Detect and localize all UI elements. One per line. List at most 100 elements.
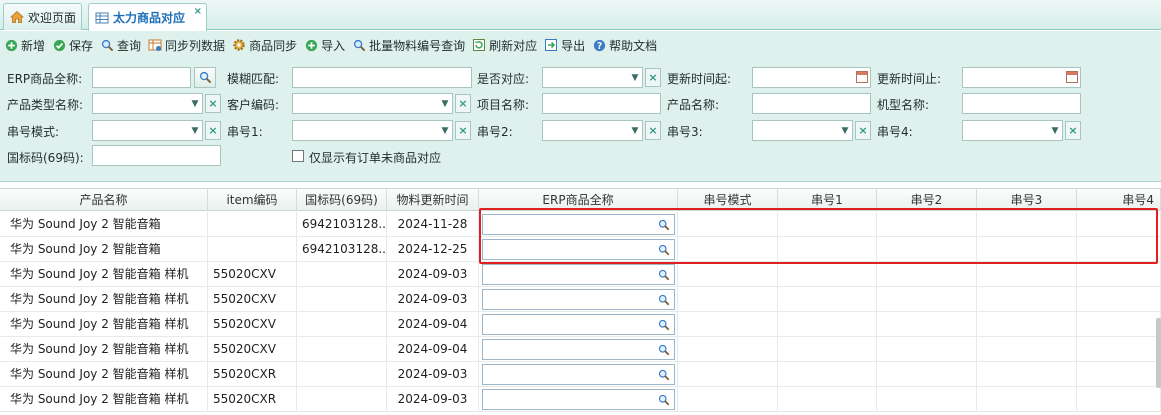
calendar-icon[interactable] [1066,71,1078,83]
cell-serial4 [1077,387,1161,412]
erp-name-cell-input[interactable] [482,264,675,285]
chevron-down-icon[interactable]: ▼ [188,94,202,113]
clear-icon[interactable]: × [205,121,221,140]
clear-icon[interactable]: × [205,94,221,113]
table-row[interactable]: 华为 Sound Joy 2 智能音箱 样机 55020CXV 2024-09-… [0,337,1161,362]
search-icon[interactable] [657,393,671,407]
clear-icon[interactable]: × [455,94,471,113]
product-type-select[interactable]: ▼ [92,93,203,114]
erp-name-cell-input[interactable] [482,389,675,410]
column-header[interactable]: 产品名称 [0,189,208,211]
cell-serial3 [977,212,1077,237]
vertical-scrollbar[interactable] [1156,318,1161,388]
tab-welcome[interactable]: 欢迎页面 [3,3,82,30]
clear-icon[interactable]: × [855,121,871,140]
search-icon[interactable] [657,318,671,332]
serial4-select[interactable]: ▼ [962,120,1063,141]
only-unmapped-checkbox[interactable] [292,150,304,162]
cell-serial1 [778,212,877,237]
search-icon[interactable] [657,368,671,382]
add-label: 新增 [21,38,46,53]
chevron-down-icon[interactable]: ▼ [628,68,642,87]
clear-icon[interactable]: × [645,121,661,140]
column-header[interactable]: 国标码(69码) [297,189,387,211]
save-label: 保存 [69,38,94,53]
gtin-input[interactable] [92,145,221,166]
import-icon [304,38,318,52]
sync-columns-button[interactable]: 同步列数据 [148,37,225,54]
chevron-down-icon[interactable]: ▼ [438,94,452,113]
import-label: 导入 [321,38,346,53]
cell-updated: 2024-09-04 [387,312,479,337]
calendar-icon[interactable] [856,71,868,83]
chevron-down-icon[interactable]: ▼ [628,121,642,140]
search-icon [198,71,212,85]
clear-icon[interactable]: × [645,68,661,87]
erp-name-cell-input[interactable] [482,289,675,310]
column-header[interactable]: 串号4 [1077,189,1161,211]
cell-serial-mode [678,337,778,362]
product-name-input[interactable] [752,93,871,114]
search-icon[interactable] [657,343,671,357]
cell-serial2 [877,237,977,262]
save-button[interactable]: 保存 [52,37,93,54]
serial-mode-select[interactable]: ▼ [92,120,203,141]
update-to-date-input[interactable] [962,67,1081,88]
chevron-down-icon[interactable]: ▼ [188,121,202,140]
batch-material-query-button[interactable]: 批量物料编号查询 [352,37,465,54]
export-button[interactable]: 导出 [544,37,585,54]
svg-text:?: ? [596,40,601,51]
column-header[interactable]: ERP商品全称 [479,189,678,211]
customer-code-select[interactable]: ▼ [292,93,453,114]
serial1-select[interactable]: ▼ [292,120,453,141]
table-row[interactable]: 华为 Sound Joy 2 智能音箱 6942103128... 2024-1… [0,212,1161,237]
add-button[interactable]: 新增 [4,37,45,54]
table-row[interactable]: 华为 Sound Joy 2 智能音箱 样机 55020CXR 2024-09-… [0,387,1161,412]
erp-name-cell-input[interactable] [482,239,675,260]
tab-product-mapping[interactable]: 太力商品对应 × [88,3,207,31]
table-row[interactable]: 华为 Sound Joy 2 智能音箱 样机 55020CXR 2024-09-… [0,362,1161,387]
product-sync-button[interactable]: 商品同步 [232,37,297,54]
erp-name-cell-input[interactable] [482,314,675,335]
erp-name-cell-input[interactable] [482,214,675,235]
clear-icon[interactable]: × [1065,121,1081,140]
model-name-input[interactable] [962,93,1081,114]
refresh-mapping-button[interactable]: 刷新对应 [472,37,537,54]
clear-icon[interactable]: × [455,121,471,140]
table-row[interactable]: 华为 Sound Joy 2 智能音箱 样机 55020CXV 2024-09-… [0,312,1161,337]
column-header[interactable]: 串号1 [778,189,877,211]
fuzzy-input[interactable] [292,67,472,88]
table-row[interactable]: 华为 Sound Joy 2 智能音箱 6942103128... 2024-1… [0,237,1161,262]
update-from-date-input[interactable] [752,67,871,88]
tab-bar: 欢迎页面 太力商品对应 × [0,0,1161,31]
column-header[interactable]: 串号模式 [678,189,778,211]
close-icon[interactable]: × [194,6,202,17]
query-button[interactable]: 查询 [100,37,141,54]
search-icon[interactable] [657,293,671,307]
table-row[interactable]: 华为 Sound Joy 2 智能音箱 样机 55020CXV 2024-09-… [0,287,1161,312]
sync-columns-icon [148,38,162,52]
home-icon [10,10,24,24]
search-icon[interactable] [657,243,671,257]
column-header[interactable]: 串号3 [977,189,1077,211]
erp-name-cell-input[interactable] [482,339,675,360]
search-icon[interactable] [657,268,671,282]
erp-name-search-button[interactable] [194,67,216,88]
chevron-down-icon[interactable]: ▼ [438,121,452,140]
erp-name-input[interactable] [92,67,191,88]
help-docs-button[interactable]: ? 帮助文档 [592,37,657,54]
erp-name-cell-input[interactable] [482,364,675,385]
chevron-down-icon[interactable]: ▼ [838,121,852,140]
cell-serial-mode [678,362,778,387]
import-button[interactable]: 导入 [304,37,345,54]
column-header[interactable]: 物料更新时间 [387,189,479,211]
table-row[interactable]: 华为 Sound Joy 2 智能音箱 样机 55020CXV 2024-09-… [0,262,1161,287]
chevron-down-icon[interactable]: ▼ [1048,121,1062,140]
column-header[interactable]: 串号2 [877,189,977,211]
is-mapped-select[interactable]: ▼ [542,67,643,88]
column-header[interactable]: item编码 [208,189,297,211]
serial2-select[interactable]: ▼ [542,120,643,141]
serial3-select[interactable]: ▼ [752,120,853,141]
search-icon[interactable] [657,218,671,232]
project-name-input[interactable] [542,93,661,114]
